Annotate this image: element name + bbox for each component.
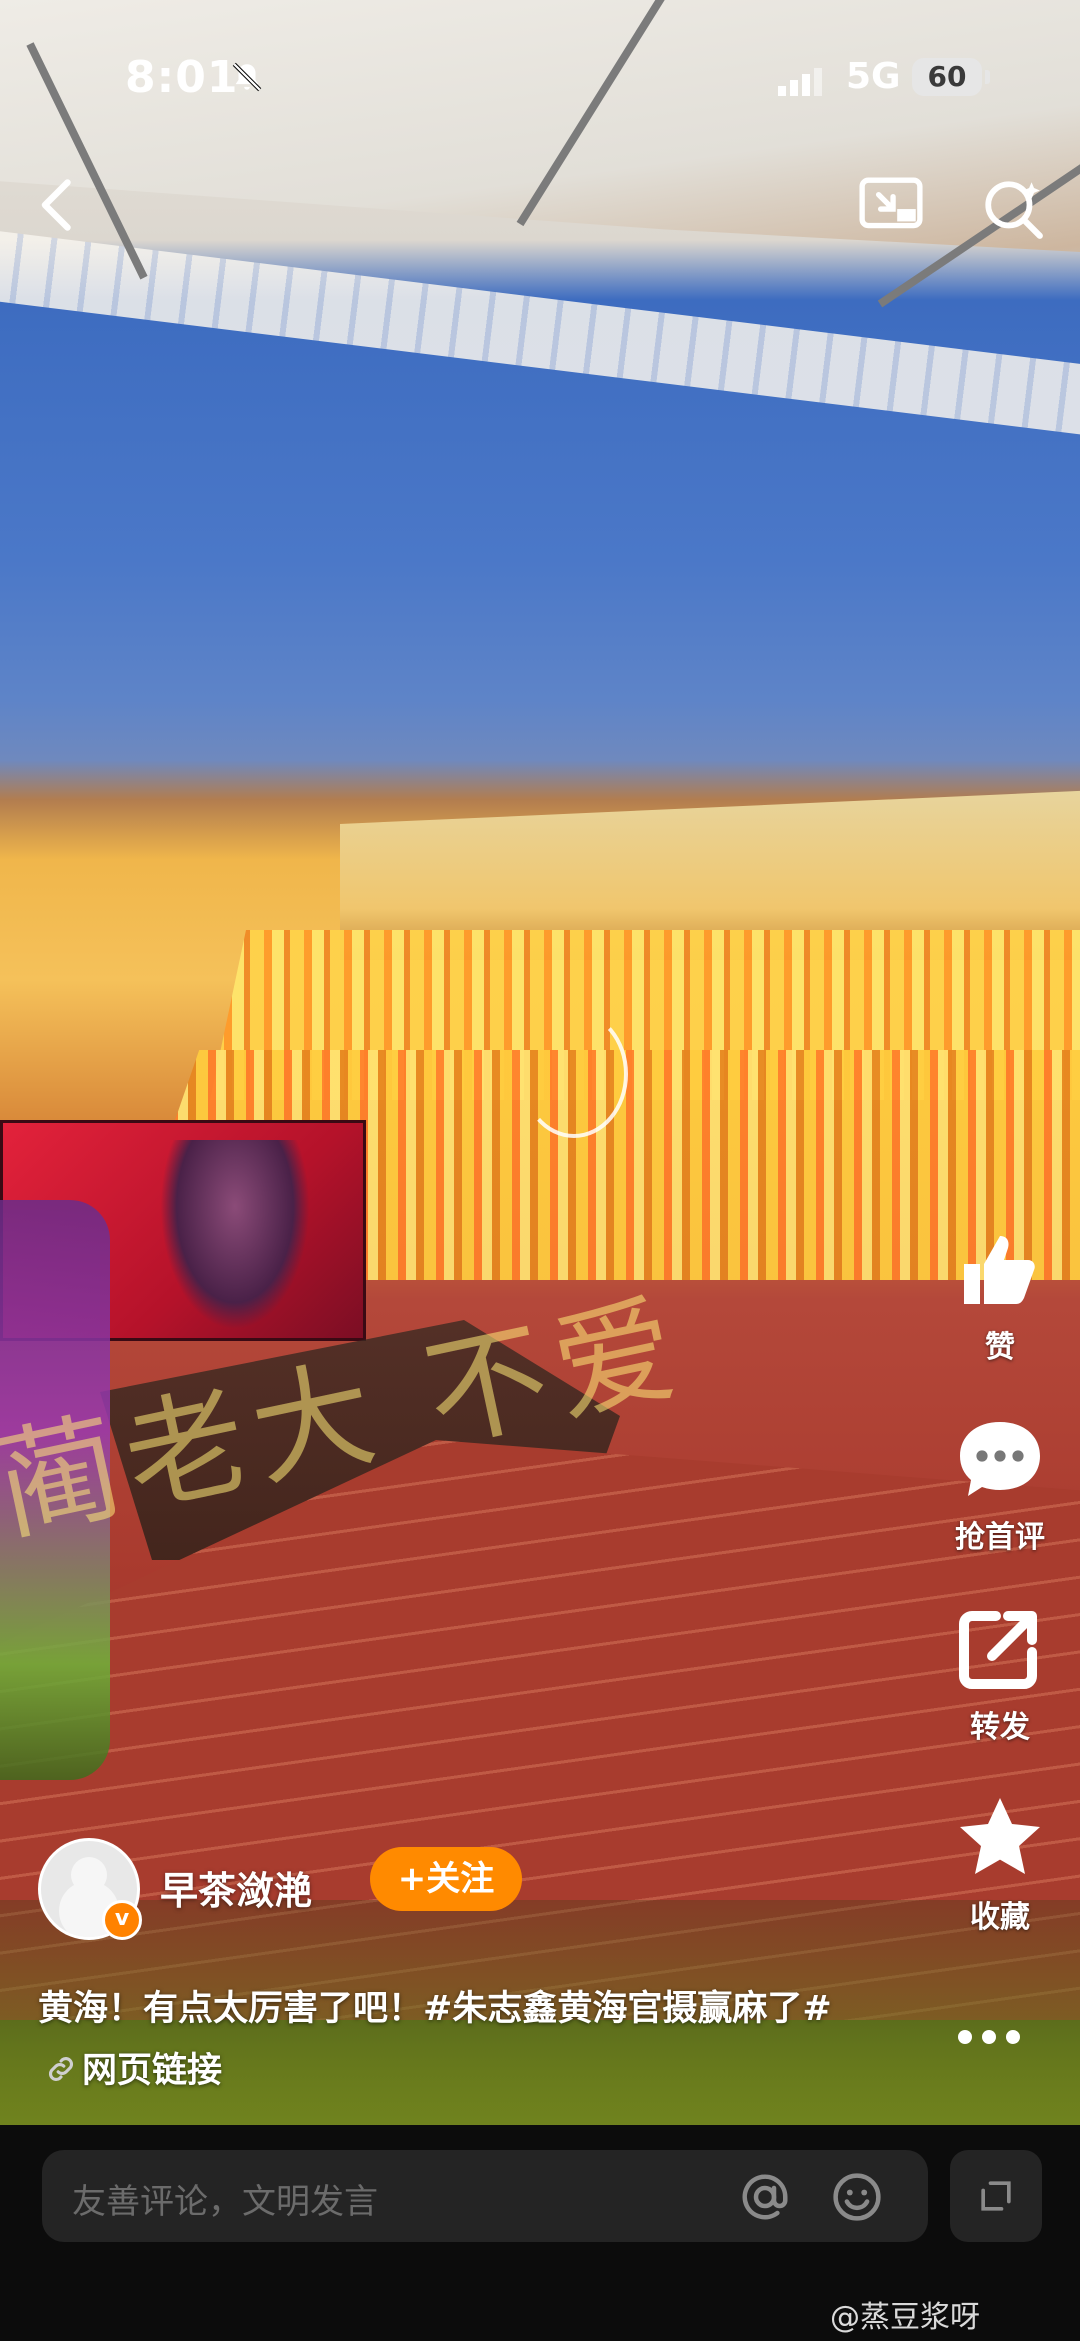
- emoji-icon[interactable]: [830, 2170, 884, 2224]
- comment-input[interactable]: 友善评论，文明发言: [42, 2150, 928, 2242]
- status-bar: 8:01 5G 60: [0, 0, 1080, 150]
- favorite-label: 收藏: [970, 1900, 1030, 1935]
- comment-button[interactable]: 抢首评: [920, 1410, 1080, 1556]
- network-type: 5G: [846, 56, 901, 97]
- follow-button[interactable]: +关注: [370, 1847, 522, 1911]
- favorite-button[interactable]: 收藏: [920, 1790, 1080, 1936]
- chevron-left-icon[interactable]: [30, 175, 90, 235]
- signal-strength-icon: [778, 62, 828, 96]
- status-time: 8:01: [125, 52, 239, 103]
- star-icon: [960, 1798, 1040, 1874]
- share-icon: [959, 1611, 1037, 1689]
- cast-screen-icon[interactable]: [858, 176, 924, 238]
- link-icon: [48, 2056, 74, 2082]
- like-button[interactable]: 赞: [920, 1220, 1080, 1366]
- like-label: 赞: [985, 1330, 1015, 1365]
- author-name[interactable]: 早茶潋滟: [160, 1860, 312, 1915]
- caption-hashtag[interactable]: #朱志鑫黄海官摄赢麻了#: [423, 1989, 832, 2029]
- comment-placeholder: 友善评论，文明发言: [72, 2182, 378, 2222]
- search-icon[interactable]: [980, 176, 1046, 242]
- source-watermark: @蒸豆浆呀: [830, 2300, 980, 2335]
- battery-icon: 60: [912, 58, 990, 96]
- expand-comments-button[interactable]: [950, 2150, 1042, 2242]
- caption-text: 黄海！有点太厉害了吧！: [38, 1989, 424, 2029]
- web-link[interactable]: 网页链接: [82, 2051, 222, 2091]
- thumbs-up-icon: [964, 1236, 1035, 1304]
- more-options-icon[interactable]: [958, 2022, 1038, 2052]
- mention-at-icon[interactable]: [738, 2170, 792, 2224]
- post-caption: 黄海！有点太厉害了吧！#朱志鑫黄海官摄赢麻了# 网页链接: [38, 1978, 868, 2102]
- loading-spinner-icon: [520, 1010, 628, 1138]
- share-button[interactable]: 转发: [920, 1600, 1080, 1746]
- expand-icon: [981, 2181, 1011, 2211]
- comment-bubble-icon: [960, 1422, 1040, 1496]
- roof-lights: [0, 230, 1080, 436]
- video-frame[interactable]: 蔺老大 不爱: [0, 0, 1080, 2125]
- verified-badge: v: [102, 1900, 142, 1940]
- screen-performer: [160, 1140, 310, 1330]
- mute-bell-icon: [232, 62, 262, 92]
- share-label: 转发: [970, 1710, 1030, 1745]
- comment-label: 抢首评: [955, 1520, 1045, 1555]
